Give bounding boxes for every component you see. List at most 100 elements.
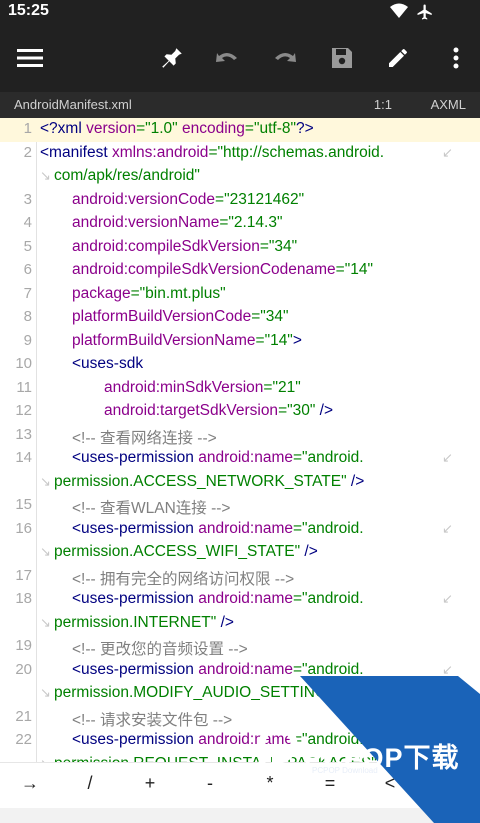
code-line[interactable]: 9 platformBuildVersionName="14"> [0,330,480,354]
token-tag: > [292,331,302,349]
token-attr: android:name [198,590,293,607]
code-text: android:versionCode="23121462" [72,191,304,209]
line-number: 14 [15,449,32,466]
line-number: 6 [23,261,32,278]
pin-button[interactable] [148,34,196,82]
token-attr: android:name [198,519,293,537]
line-number: 17 [15,566,32,584]
token-val: ="android. [293,449,364,466]
token-attr: android:minSdkVersion [104,378,264,396]
code-line[interactable]: 19 <!-- 更改您的音频设置 --> [0,635,480,659]
code-line[interactable]: 17 <!-- 拥有完全的网络访问权限 --> [0,565,480,589]
code-line[interactable]: 12 android:targetSdkVersion="30" /> [0,400,480,424]
token-val: ="bin.mt.plus" [130,284,226,302]
code-line[interactable]: 15 <!-- 查看WLAN连接 --> [0,494,480,518]
token-attr: version [86,120,137,137]
code-line-continuation[interactable]: permission.ACCESS_NETWORK_STATE" /> ↘ [0,471,480,495]
line-number: 2 [23,143,32,161]
wrap-icon: ↙ [442,521,453,537]
code-text: platformBuildVersionName="14"> [72,332,302,350]
token-attr: android:versionName [72,214,220,231]
token-tag: /> [304,543,318,560]
token-val: permission.INTERNET" [54,613,221,631]
code-text: permission.MODIFY_AUDIO_SETTINGS" /> [54,684,361,702]
redo-button[interactable] [260,34,308,82]
code-line[interactable]: 10 <uses-sdk [0,353,480,377]
code-line[interactable]: 5 android:compileSdkVersion="34" [0,236,480,260]
line-number: 8 [23,308,32,325]
code-line[interactable]: 3 android:versionCode="23121462" [0,189,480,213]
code-text: package="bin.mt.plus" [72,285,226,303]
line-number: 12 [15,402,32,419]
line-number: 4 [23,214,32,231]
token-val: com/apk/res/android" [54,167,200,184]
code-text: platformBuildVersionCode="34" [72,308,289,326]
symbol-key[interactable]: - [180,773,240,794]
code-line[interactable]: 18 <uses-permission android:name="android… [0,588,480,612]
token-val: permission.ACCESS_NETWORK_STATE" [54,472,351,490]
token-val: ="30" [278,402,320,419]
symbol-key[interactable]: + [120,773,180,794]
code-line-continuation[interactable]: com/apk/res/android" ↘ [0,165,480,189]
token-tag: /> [350,472,365,490]
save-button[interactable] [318,34,366,82]
line-number: 20 [15,660,32,678]
pin-icon [162,48,182,68]
code-text: android:compileSdkVersionCodename="14" [72,261,373,279]
airplane-mode-icon [417,4,432,20]
code-text: <manifest xmlns:android="http://schemas.… [40,144,384,162]
status-bar: 15:25 [0,0,480,24]
token-val: ="34" [259,237,298,255]
code-text: <!-- 请求安装文件包 --> [72,708,232,730]
code-editor[interactable]: 1 <?xml version="1.0" encoding="utf-8"?> 2… [0,118,480,762]
more-options-button[interactable] [432,34,480,82]
undo-icon [216,52,237,62]
token-cmt: <!-- 更改您的音频设置 --> [72,641,248,658]
code-line[interactable]: 2 <manifest xmlns:android="http://schemas… [0,142,480,166]
code-text: <uses-permission android:name="android. [72,590,364,608]
undo-button[interactable] [204,34,252,82]
wrap-icon: ↙ [442,592,453,607]
code-line-continuation[interactable]: permission.ACCESS_WIFI_STATE" /> ↘ [0,541,480,565]
code-line[interactable]: 14 <uses-permission android:name="android… [0,447,480,471]
token-tag: <uses-permission [72,519,199,537]
code-line[interactable]: 16 <uses-permission android:name="android… [0,518,480,542]
wrap-continue-icon: ↘ [40,686,51,701]
code-line-continuation[interactable]: permission.MODIFY_AUDIO_SETTINGS" /> ↘ [0,682,480,706]
menu-button[interactable] [6,34,54,82]
token-attr: android:compileSdkVersionCodename [72,261,336,278]
token-val: ="http://schemas.android. [208,143,385,161]
code-text: <uses-permission android:name="android. [72,520,364,538]
code-line-continuation[interactable]: permission.INTERNET" /> ↘ [0,612,480,636]
menu-icon [17,49,43,67]
edit-button[interactable] [374,34,422,82]
code-line[interactable]: 21 <!-- 请求安装文件包 --> [0,706,480,730]
code-text: <uses-sdk [72,355,143,373]
code-line[interactable]: 20 <uses-permission android:name="android… [0,659,480,683]
line-number: 3 [23,190,32,208]
code-line[interactable]: 8 platformBuildVersionCode="34" [0,306,480,330]
wrap-icon: ↙ [442,662,453,678]
token-tag: ?> [295,120,314,137]
symbol-key[interactable]: / [60,773,120,794]
code-line[interactable]: 11 android:minSdkVersion="21" [0,377,480,401]
token-val: ="21" [263,378,301,396]
code-line[interactable]: 1 <?xml version="1.0" encoding="utf-8"?> [0,118,480,142]
wrap-continue-icon: ↘ [40,474,51,490]
code-text: permission.ACCESS_NETWORK_STATE" /> [54,473,364,491]
code-line[interactable]: 13 <!-- 查看网络连接 --> [0,424,480,448]
symbol-key[interactable]: → [0,773,60,794]
token-attr: android:compileSdkVersion [72,237,260,255]
line-number: 13 [15,425,32,443]
token-tag: <?xml [40,120,87,137]
code-text: <!-- 拥有完全的网络访问权限 --> [72,567,294,589]
code-text: android:versionName="2.14.3" [72,214,282,232]
code-line[interactable]: 6 android:compileSdkVersionCodename="14" [0,259,480,283]
navigation-bar [0,808,480,823]
code-line[interactable]: 7 package="bin.mt.plus" [0,283,480,307]
token-attr: platformBuildVersionName [72,331,256,349]
token-val: permission.ACCESS_WIFI_STATE" [54,543,305,560]
token-val: ="1.0" [136,120,182,137]
code-line[interactable]: 4 android:versionName="2.14.3" [0,212,480,236]
file-info-bar: AndroidManifest.xml 1:1 AXML [0,92,480,118]
